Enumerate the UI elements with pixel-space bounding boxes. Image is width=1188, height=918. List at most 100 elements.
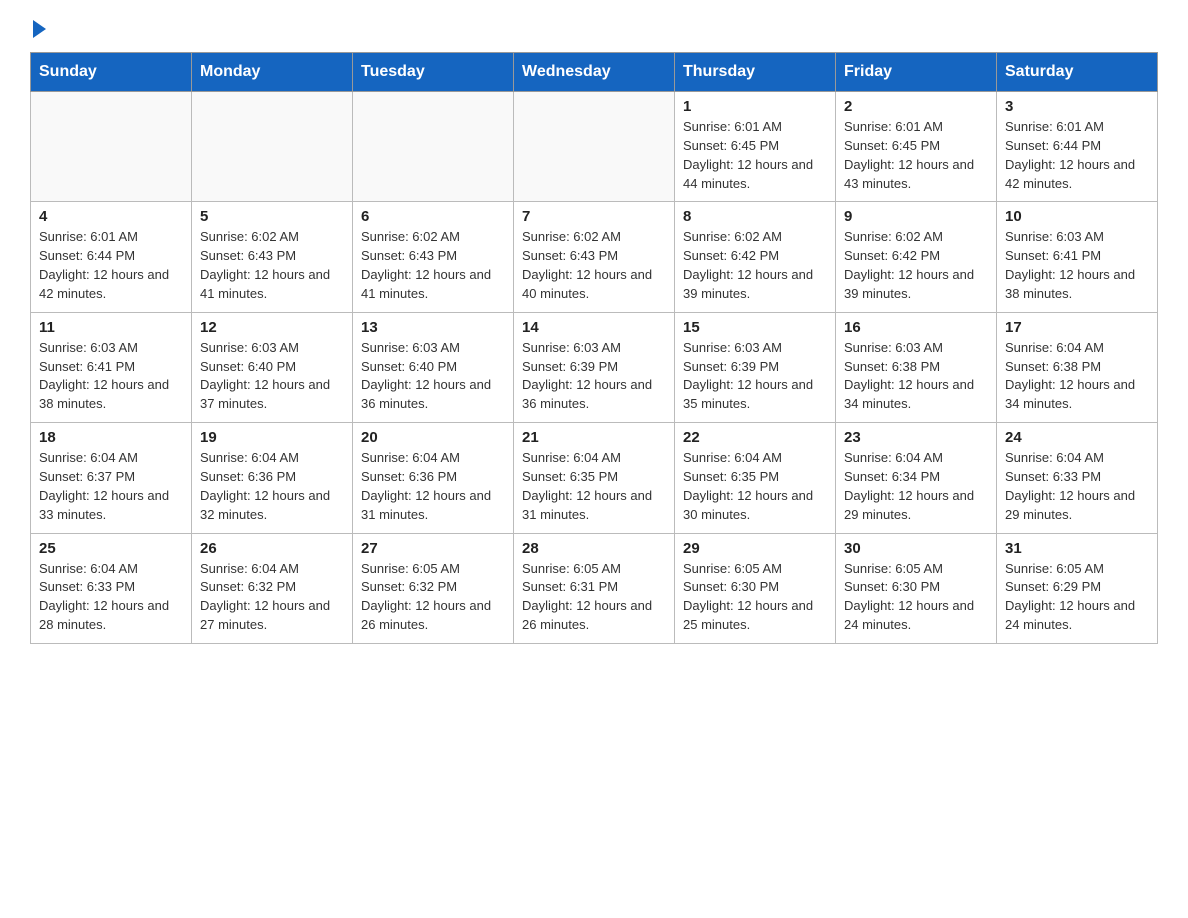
calendar-cell: 31 Sunrise: 6:05 AM Sunset: 6:29 PM Dayli… — [997, 533, 1158, 643]
day-info: Sunrise: 6:03 AM Sunset: 6:39 PM Dayligh… — [522, 339, 666, 414]
calendar-cell: 26 Sunrise: 6:04 AM Sunset: 6:32 PM Dayli… — [192, 533, 353, 643]
calendar-cell: 27 Sunrise: 6:05 AM Sunset: 6:32 PM Dayli… — [353, 533, 514, 643]
calendar-cell — [31, 92, 192, 202]
calendar-cell: 5 Sunrise: 6:02 AM Sunset: 6:43 PM Daylig… — [192, 202, 353, 312]
calendar-table: SundayMondayTuesdayWednesdayThursdayFrid… — [30, 52, 1158, 644]
day-number: 14 — [522, 319, 666, 336]
day-number: 20 — [361, 429, 505, 446]
logo — [30, 20, 46, 36]
calendar-week-row: 11Sunrise: 6:03 AM Sunset: 6:41 PM Dayli… — [31, 312, 1158, 422]
weekday-header-monday: Monday — [192, 53, 353, 92]
day-info: Sunrise: 6:02 AM Sunset: 6:42 PM Dayligh… — [683, 228, 827, 303]
day-number: 6 — [361, 208, 505, 225]
calendar-cell: 11Sunrise: 6:03 AM Sunset: 6:41 PM Dayli… — [31, 312, 192, 422]
day-number: 30 — [844, 540, 988, 557]
day-info: Sunrise: 6:03 AM Sunset: 6:41 PM Dayligh… — [1005, 228, 1149, 303]
day-number: 3 — [1005, 98, 1149, 115]
calendar-week-row: 25Sunrise: 6:04 AM Sunset: 6:33 PM Dayli… — [31, 533, 1158, 643]
day-number: 24 — [1005, 429, 1149, 446]
day-number: 27 — [361, 540, 505, 557]
day-info: Sunrise: 6:01 AM Sunset: 6:44 PM Dayligh… — [1005, 118, 1149, 193]
calendar-cell: 8 Sunrise: 6:02 AM Sunset: 6:42 PM Daylig… — [675, 202, 836, 312]
day-number: 16 — [844, 319, 988, 336]
day-number: 11 — [39, 319, 183, 336]
calendar-week-row: 18 Sunrise: 6:04 AM Sunset: 6:37 PM Dayli… — [31, 423, 1158, 533]
day-info: Sunrise: 6:04 AM Sunset: 6:37 PM Dayligh… — [39, 449, 183, 524]
day-info: Sunrise: 6:03 AM Sunset: 6:40 PM Dayligh… — [361, 339, 505, 414]
calendar-cell: 14 Sunrise: 6:03 AM Sunset: 6:39 PM Dayli… — [514, 312, 675, 422]
calendar-cell: 25Sunrise: 6:04 AM Sunset: 6:33 PM Dayli… — [31, 533, 192, 643]
day-info: Sunrise: 6:04 AM Sunset: 6:38 PM Dayligh… — [1005, 339, 1149, 414]
day-number: 10 — [1005, 208, 1149, 225]
calendar-cell: 2 Sunrise: 6:01 AM Sunset: 6:45 PM Daylig… — [836, 92, 997, 202]
day-number: 29 — [683, 540, 827, 557]
day-info: Sunrise: 6:03 AM Sunset: 6:38 PM Dayligh… — [844, 339, 988, 414]
day-number: 17 — [1005, 319, 1149, 336]
day-info: Sunrise: 6:04 AM Sunset: 6:35 PM Dayligh… — [522, 449, 666, 524]
day-number: 12 — [200, 319, 344, 336]
calendar-header-row: SundayMondayTuesdayWednesdayThursdayFrid… — [31, 53, 1158, 92]
day-number: 2 — [844, 98, 988, 115]
weekday-header-tuesday: Tuesday — [353, 53, 514, 92]
day-info: Sunrise: 6:05 AM Sunset: 6:30 PM Dayligh… — [844, 560, 988, 635]
day-number: 4 — [39, 208, 183, 225]
weekday-header-thursday: Thursday — [675, 53, 836, 92]
day-info: Sunrise: 6:04 AM Sunset: 6:36 PM Dayligh… — [361, 449, 505, 524]
calendar-cell: 10 Sunrise: 6:03 AM Sunset: 6:41 PM Dayli… — [997, 202, 1158, 312]
day-info: Sunrise: 6:02 AM Sunset: 6:43 PM Dayligh… — [522, 228, 666, 303]
calendar-cell: 9 Sunrise: 6:02 AM Sunset: 6:42 PM Daylig… — [836, 202, 997, 312]
calendar-week-row: 1 Sunrise: 6:01 AM Sunset: 6:45 PM Daylig… — [31, 92, 1158, 202]
day-info: Sunrise: 6:04 AM Sunset: 6:32 PM Dayligh… — [200, 560, 344, 635]
calendar-cell: 12Sunrise: 6:03 AM Sunset: 6:40 PM Dayli… — [192, 312, 353, 422]
day-number: 13 — [361, 319, 505, 336]
day-info: Sunrise: 6:02 AM Sunset: 6:42 PM Dayligh… — [844, 228, 988, 303]
weekday-header-sunday: Sunday — [31, 53, 192, 92]
day-info: Sunrise: 6:05 AM Sunset: 6:32 PM Dayligh… — [361, 560, 505, 635]
day-info: Sunrise: 6:04 AM Sunset: 6:33 PM Dayligh… — [1005, 449, 1149, 524]
weekday-header-friday: Friday — [836, 53, 997, 92]
day-number: 23 — [844, 429, 988, 446]
day-number: 15 — [683, 319, 827, 336]
day-info: Sunrise: 6:03 AM Sunset: 6:39 PM Dayligh… — [683, 339, 827, 414]
day-number: 31 — [1005, 540, 1149, 557]
calendar-cell: 13 Sunrise: 6:03 AM Sunset: 6:40 PM Dayli… — [353, 312, 514, 422]
calendar-cell: 17 Sunrise: 6:04 AM Sunset: 6:38 PM Dayli… — [997, 312, 1158, 422]
calendar-cell: 19 Sunrise: 6:04 AM Sunset: 6:36 PM Dayli… — [192, 423, 353, 533]
calendar-cell: 24 Sunrise: 6:04 AM Sunset: 6:33 PM Dayli… — [997, 423, 1158, 533]
day-number: 22 — [683, 429, 827, 446]
calendar-cell: 16 Sunrise: 6:03 AM Sunset: 6:38 PM Dayli… — [836, 312, 997, 422]
calendar-cell: 23 Sunrise: 6:04 AM Sunset: 6:34 PM Dayli… — [836, 423, 997, 533]
day-info: Sunrise: 6:04 AM Sunset: 6:33 PM Dayligh… — [39, 560, 183, 635]
calendar-cell: 28 Sunrise: 6:05 AM Sunset: 6:31 PM Dayli… — [514, 533, 675, 643]
day-number: 8 — [683, 208, 827, 225]
calendar-cell: 20 Sunrise: 6:04 AM Sunset: 6:36 PM Dayli… — [353, 423, 514, 533]
day-info: Sunrise: 6:04 AM Sunset: 6:34 PM Dayligh… — [844, 449, 988, 524]
calendar-cell: 3 Sunrise: 6:01 AM Sunset: 6:44 PM Daylig… — [997, 92, 1158, 202]
weekday-header-wednesday: Wednesday — [514, 53, 675, 92]
day-info: Sunrise: 6:05 AM Sunset: 6:30 PM Dayligh… — [683, 560, 827, 635]
calendar-week-row: 4Sunrise: 6:01 AM Sunset: 6:44 PM Daylig… — [31, 202, 1158, 312]
calendar-cell: 30 Sunrise: 6:05 AM Sunset: 6:30 PM Dayli… — [836, 533, 997, 643]
day-number: 26 — [200, 540, 344, 557]
day-info: Sunrise: 6:05 AM Sunset: 6:31 PM Dayligh… — [522, 560, 666, 635]
day-info: Sunrise: 6:02 AM Sunset: 6:43 PM Dayligh… — [200, 228, 344, 303]
day-info: Sunrise: 6:05 AM Sunset: 6:29 PM Dayligh… — [1005, 560, 1149, 635]
calendar-cell: 29 Sunrise: 6:05 AM Sunset: 6:30 PM Dayli… — [675, 533, 836, 643]
day-number: 19 — [200, 429, 344, 446]
day-info: Sunrise: 6:04 AM Sunset: 6:36 PM Dayligh… — [200, 449, 344, 524]
page-header — [30, 20, 1158, 36]
day-number: 18 — [39, 429, 183, 446]
day-number: 9 — [844, 208, 988, 225]
logo-triangle-icon — [33, 20, 46, 38]
day-number: 28 — [522, 540, 666, 557]
calendar-cell — [353, 92, 514, 202]
day-info: Sunrise: 6:01 AM Sunset: 6:45 PM Dayligh… — [683, 118, 827, 193]
calendar-cell: 22Sunrise: 6:04 AM Sunset: 6:35 PM Dayli… — [675, 423, 836, 533]
calendar-cell: 6 Sunrise: 6:02 AM Sunset: 6:43 PM Daylig… — [353, 202, 514, 312]
day-info: Sunrise: 6:01 AM Sunset: 6:45 PM Dayligh… — [844, 118, 988, 193]
day-number: 5 — [200, 208, 344, 225]
day-number: 1 — [683, 98, 827, 115]
calendar-cell — [514, 92, 675, 202]
day-info: Sunrise: 6:02 AM Sunset: 6:43 PM Dayligh… — [361, 228, 505, 303]
calendar-cell: 4Sunrise: 6:01 AM Sunset: 6:44 PM Daylig… — [31, 202, 192, 312]
